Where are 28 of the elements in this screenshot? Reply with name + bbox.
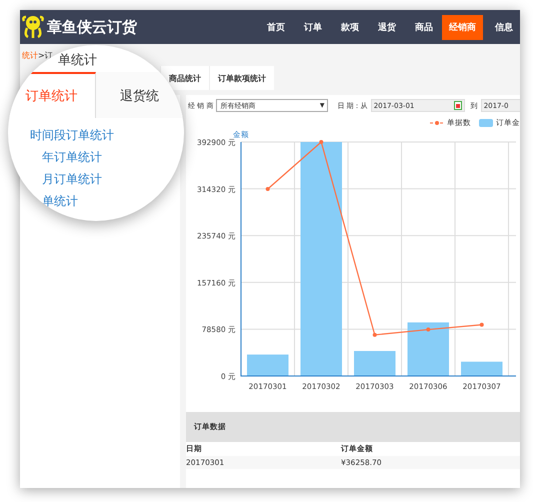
submenu-item[interactable]: 月订单统计 (30, 171, 114, 188)
bar (408, 322, 449, 376)
nav-item[interactable]: 退货 (371, 14, 403, 40)
bar-legend-icon (479, 119, 493, 127)
brand-name: 章鱼侠云订货 (47, 18, 137, 36)
tab[interactable]: 订单款项统计 (209, 66, 274, 90)
nav-item[interactable]: 订单 (297, 14, 329, 40)
tab[interactable]: 商品统计 (160, 66, 209, 90)
submenu-item[interactable]: 年订单统计 (30, 149, 114, 166)
line-legend-icon (430, 120, 444, 126)
menu-item[interactable]: 时间段订单统计 (30, 127, 114, 144)
bar (247, 354, 288, 376)
point (480, 322, 484, 327)
point (426, 328, 430, 332)
tab[interactable]: 订单统计 (8, 72, 96, 118)
nav-item[interactable]: 商品 (408, 14, 440, 40)
point (319, 140, 324, 144)
calendar-icon[interactable] (454, 101, 462, 110)
bar (461, 362, 502, 376)
bar (354, 350, 396, 376)
point (372, 332, 377, 337)
nav-item[interactable]: 信息 (488, 14, 520, 40)
point (266, 186, 270, 191)
nav-item[interactable]: 款项 (334, 14, 366, 40)
breadcrumb-current: 单统计 (58, 52, 97, 69)
submenu-item[interactable]: 单统计 (30, 193, 114, 210)
nav-item[interactable]: 首页 (260, 14, 292, 40)
breadcrumb-separator: > (38, 50, 45, 60)
